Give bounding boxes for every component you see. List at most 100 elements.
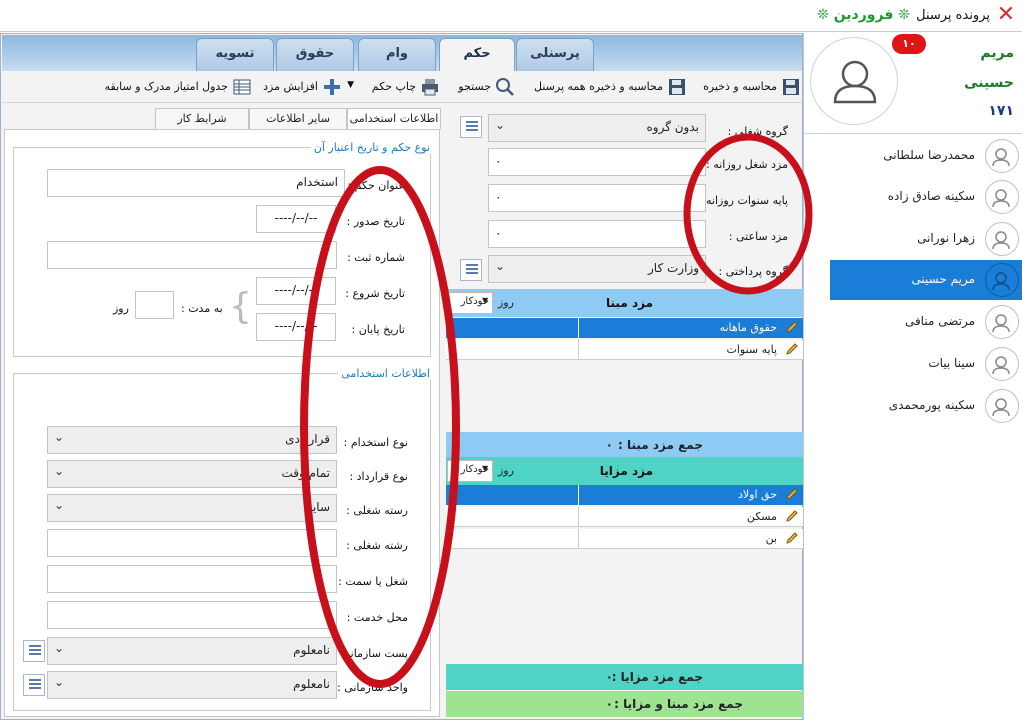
end-date-label: تاریخ پایان : bbox=[351, 323, 406, 336]
benefits-sum-bar: جمع مزد مزایا : ۰ bbox=[446, 664, 803, 690]
raise-wage-button[interactable]: افزایش مزد bbox=[260, 75, 342, 99]
benefits-unit: روز bbox=[498, 464, 514, 477]
benefits-sum-value: ۰ bbox=[605, 670, 613, 684]
duration-field[interactable] bbox=[135, 291, 174, 319]
job-category-select[interactable]: سایر ⌄ bbox=[47, 494, 337, 522]
table-row[interactable]: مسکن bbox=[446, 507, 803, 527]
job-group-list-button[interactable] bbox=[460, 116, 482, 138]
person-item[interactable]: مرتضی منافی bbox=[830, 302, 1022, 342]
tab-loan[interactable]: وام bbox=[358, 38, 436, 71]
total-sum-value: ۰ bbox=[605, 697, 613, 711]
raise-wage-label: افزایش مزد bbox=[263, 80, 318, 93]
person-item[interactable]: زهرا نورانی bbox=[830, 219, 1022, 259]
personnel-sidebar: ۱۰ مریم حسینی ۱۷۱ محمدرضا سلطانی سکینه ص… bbox=[803, 33, 1022, 720]
table-row[interactable]: بن bbox=[446, 529, 803, 549]
workplace-input[interactable] bbox=[47, 601, 337, 629]
total-sum-label: جمع مزد مبنا و مزایا : bbox=[614, 697, 743, 711]
contract-type-select[interactable]: تمام وقت ⌄ bbox=[47, 460, 337, 488]
decree-title-field[interactable]: استخدام bbox=[47, 169, 345, 197]
person-item[interactable]: محمدرضا سلطانی bbox=[830, 136, 1022, 176]
issue-date-label: تاریخ صدور : bbox=[346, 215, 405, 228]
table-row[interactable]: حقوق ماهانه bbox=[446, 318, 803, 338]
job-field-input[interactable] bbox=[47, 529, 337, 557]
base-wage-sum-label: جمع مزد مبنا : bbox=[617, 438, 703, 452]
score-table-button[interactable]: جدول امتیاز مدرک و سابقه bbox=[99, 75, 252, 99]
benefits-sum-label: جمع مزد مزایا : bbox=[611, 670, 703, 684]
job-category-value: سایر bbox=[306, 500, 330, 514]
profile-id: ۱۷۱ bbox=[988, 103, 1014, 119]
notification-badge[interactable]: ۱۰ bbox=[892, 34, 926, 54]
person-item[interactable]: سکینه صادق زاده bbox=[830, 177, 1022, 217]
printer-icon bbox=[422, 79, 438, 96]
pay-group-value: وزارت کار bbox=[648, 261, 699, 275]
job-group-select[interactable]: بدون گروه ⌄ bbox=[488, 114, 706, 142]
base-wage-header: مزد مبنا روز خودکار ▼ bbox=[446, 289, 803, 317]
tab-salary[interactable]: حقوق bbox=[276, 38, 354, 71]
person-name: سینا بیات bbox=[928, 356, 975, 370]
daily-wage-input[interactable]: ۰ bbox=[488, 148, 706, 176]
score-table-label: جدول امتیاز مدرک و سابقه bbox=[104, 80, 228, 93]
base-wage-title: مزد مبنا bbox=[606, 296, 653, 310]
employment-group-title: اطلاعات استخدامی bbox=[338, 367, 433, 380]
chevron-down-icon: ⌄ bbox=[54, 464, 65, 478]
job-group-value: بدون گروه bbox=[646, 120, 699, 134]
list-icon bbox=[29, 679, 41, 691]
reg-number-field[interactable] bbox=[47, 241, 337, 269]
org-post-select[interactable]: نامعلوم ⌄ bbox=[47, 637, 337, 665]
end-date-field[interactable]: ----/--/-- bbox=[256, 313, 336, 341]
org-unit-select[interactable]: نامعلوم ⌄ bbox=[47, 671, 337, 699]
search-label: جستجو bbox=[458, 80, 491, 93]
pay-group-list-button[interactable] bbox=[460, 259, 482, 281]
person-item-selected[interactable]: مریم حسینی bbox=[830, 260, 1022, 300]
org-post-label: پست سازمانی : bbox=[334, 647, 408, 660]
subtab-other-info[interactable]: سایر اطلاعات bbox=[249, 108, 347, 130]
edit-icon[interactable] bbox=[785, 509, 799, 523]
calc-save-button[interactable]: محاسبه و ذخیره bbox=[695, 75, 801, 99]
duration-unit: روز bbox=[113, 302, 129, 315]
edit-icon[interactable] bbox=[785, 342, 799, 356]
tab-personnel[interactable]: پرسنلی bbox=[516, 38, 594, 71]
edit-icon[interactable] bbox=[785, 531, 799, 545]
benefits-mode-select[interactable]: خودکار ▼ bbox=[447, 460, 493, 482]
person-item[interactable]: سکینه پورمحمدی bbox=[830, 386, 1022, 426]
table-row[interactable]: پایه سنوات bbox=[446, 340, 803, 360]
hourly-wage-input[interactable]: ۰ bbox=[488, 220, 706, 248]
decree-group-title: نوع حکم و تاریخ اعتبار آن bbox=[310, 141, 433, 154]
org-unit-list-button[interactable] bbox=[23, 674, 45, 696]
title-bar: ✕ پرونده پرسنل ❊ فروردین ❊ bbox=[0, 0, 1022, 32]
base-wage-mode-select[interactable]: خودکار ▼ bbox=[447, 292, 493, 314]
list-icon bbox=[466, 121, 478, 133]
subtab-employment-info[interactable]: اطلاعات استخدامی bbox=[347, 108, 441, 130]
edit-icon[interactable] bbox=[785, 320, 799, 334]
print-decree-button[interactable]: چاپ حکم ▼ bbox=[347, 75, 440, 99]
table-row[interactable]: حق اولاد bbox=[446, 485, 803, 505]
row-label: پایه سنوات bbox=[726, 343, 778, 356]
person-name: مریم حسینی bbox=[911, 272, 975, 286]
daily-seniority-label: پایه سنوات روزانه : bbox=[698, 194, 788, 207]
position-input[interactable] bbox=[47, 565, 337, 593]
start-date-label: تاریخ شروع : bbox=[345, 287, 405, 300]
person-item[interactable]: سینا بیات bbox=[830, 344, 1022, 384]
issue-date-field[interactable]: ----/--/-- bbox=[256, 205, 336, 233]
start-date-field[interactable]: ----/--/-- bbox=[256, 277, 336, 305]
chevron-down-icon: ⌄ bbox=[54, 430, 65, 444]
total-sum-bar: جمع مزد مبنا و مزایا : ۰ bbox=[446, 691, 803, 717]
save-icon bbox=[783, 79, 799, 95]
chevron-down-icon: ⌄ bbox=[495, 259, 506, 273]
search-button[interactable]: جستجو bbox=[447, 75, 515, 99]
plus-icon bbox=[324, 79, 340, 95]
org-post-list-button[interactable] bbox=[23, 640, 45, 662]
calc-save-all-button[interactable]: محاسبه و ذخیره همه پرسنل bbox=[522, 75, 687, 99]
chevron-down-icon[interactable]: ▼ bbox=[347, 80, 354, 90]
person-name: سکینه پورمحمدی bbox=[888, 398, 975, 412]
tab-settlement[interactable]: تسویه bbox=[196, 38, 274, 71]
save-icon bbox=[669, 79, 685, 95]
tab-decree[interactable]: حکم bbox=[439, 38, 515, 72]
daily-seniority-input[interactable]: ۰ bbox=[488, 184, 706, 212]
pay-group-select[interactable]: وزارت کار ⌄ bbox=[488, 255, 706, 283]
subtab-work-conditions[interactable]: شرایط کار bbox=[155, 108, 249, 130]
hire-type-select[interactable]: قراردادی ⌄ bbox=[47, 426, 337, 454]
pay-group-label: گروه پرداختی : bbox=[718, 265, 788, 278]
close-icon[interactable]: ✕ bbox=[996, 4, 1016, 26]
edit-icon[interactable] bbox=[785, 487, 799, 501]
